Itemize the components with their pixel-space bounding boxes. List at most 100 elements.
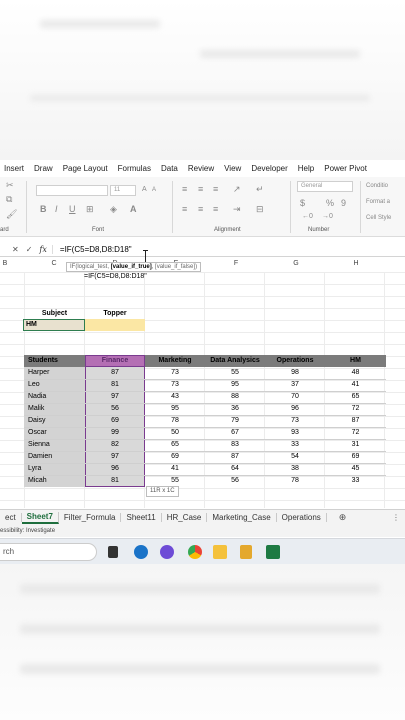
score-cell[interactable]: 65 — [145, 439, 205, 450]
student-name-cell[interactable]: Daisy — [24, 415, 85, 426]
teams-chat-icon[interactable] — [160, 545, 174, 559]
score-cell[interactable]: 73 — [265, 415, 325, 426]
align-right-icon[interactable]: ≡ — [213, 205, 218, 214]
score-cell[interactable]: 72 — [325, 427, 386, 438]
sheet-tab-marketing-case[interactable]: Marketing_Case — [207, 513, 277, 522]
score-cell[interactable]: 72 — [325, 403, 386, 414]
score-cell[interactable]: 64 — [205, 463, 265, 474]
score-cell[interactable]: 78 — [145, 415, 205, 426]
format-as-table-button[interactable]: Format a — [366, 199, 390, 205]
widgets-icon[interactable] — [134, 545, 148, 559]
header-hm[interactable]: HM — [325, 355, 386, 367]
ribbon-tab-draw[interactable]: Draw — [29, 164, 58, 173]
comma-button[interactable]: 9 — [341, 199, 346, 208]
bold-button[interactable]: B — [40, 205, 47, 214]
currency-button[interactable]: $ — [300, 199, 305, 208]
topper-value-cell[interactable] — [85, 319, 145, 331]
score-cell[interactable]: 36 — [205, 403, 265, 414]
excel-taskbar-icon[interactable] — [266, 545, 280, 559]
indent-icon[interactable]: ⇥ — [233, 205, 241, 214]
subject-label[interactable]: Subject — [24, 308, 85, 319]
add-sheet-icon[interactable]: ⊕ — [327, 512, 352, 523]
score-cell[interactable]: 95 — [205, 379, 265, 390]
score-cell[interactable]: 87 — [85, 367, 145, 378]
score-cell[interactable]: 79 — [205, 415, 265, 426]
score-cell[interactable]: 93 — [265, 427, 325, 438]
student-name-cell[interactable]: Micah — [24, 475, 85, 486]
student-name-cell[interactable]: Nadia — [24, 391, 85, 402]
header-marketing[interactable]: Marketing — [145, 355, 205, 367]
fill-color-icon[interactable]: ◈ — [110, 205, 117, 214]
bottom-align-icon[interactable]: ≡ — [213, 185, 218, 194]
score-cell[interactable]: 99 — [85, 427, 145, 438]
score-cell[interactable]: 55 — [205, 367, 265, 378]
column-header-c[interactable]: C — [48, 260, 60, 272]
score-cell[interactable]: 67 — [205, 427, 265, 438]
font-size-box[interactable]: 11 — [110, 185, 136, 196]
sheet-tab-sheet7[interactable]: Sheet7 — [21, 511, 59, 524]
app-icon[interactable] — [240, 545, 252, 559]
ribbon-tab-view[interactable]: View — [219, 164, 246, 173]
file-explorer-icon[interactable] — [213, 545, 227, 559]
student-name-cell[interactable]: Harper — [24, 367, 85, 378]
ribbon-tab-developer[interactable]: Developer — [246, 164, 292, 173]
score-cell[interactable]: 33 — [325, 475, 386, 486]
column-header-b[interactable]: B — [0, 260, 10, 272]
enter-icon[interactable]: ✓ — [26, 245, 33, 254]
student-name-cell[interactable]: Malik — [24, 403, 85, 414]
score-cell[interactable]: 83 — [205, 439, 265, 450]
score-cell[interactable]: 97 — [85, 391, 145, 402]
score-cell[interactable]: 48 — [325, 367, 386, 378]
middle-align-icon[interactable]: ≡ — [198, 185, 203, 194]
score-cell[interactable]: 81 — [85, 475, 145, 486]
score-cell[interactable]: 69 — [85, 415, 145, 426]
score-cell[interactable]: 87 — [205, 451, 265, 462]
increase-font-icon[interactable]: A — [142, 186, 147, 193]
orientation-icon[interactable]: ↗ — [233, 185, 241, 194]
sheet-tab-filter-formula[interactable]: Filter_Formula — [59, 513, 122, 522]
score-cell[interactable]: 88 — [205, 391, 265, 402]
ribbon-tab-power-pivot[interactable]: Power Pivot — [319, 164, 372, 173]
column-header-g[interactable]: G — [290, 260, 302, 272]
column-header-f[interactable]: F — [230, 260, 242, 272]
font-name-box[interactable] — [36, 185, 108, 196]
header-students[interactable]: Students — [24, 355, 64, 367]
ribbon-tab-page-layout[interactable]: Page Layout — [58, 164, 113, 173]
in-cell-formula[interactable]: =IF(C5=D8,D8:D18" — [84, 273, 147, 280]
wrap-text-icon[interactable]: ↵ — [256, 185, 264, 194]
borders-icon[interactable]: ⊞ — [86, 205, 94, 214]
score-cell[interactable]: 38 — [265, 463, 325, 474]
score-cell[interactable]: 95 — [145, 403, 205, 414]
header-operations[interactable]: Operations — [265, 355, 325, 367]
score-cell[interactable]: 98 — [265, 367, 325, 378]
increase-decimal-icon[interactable]: ←0 — [302, 213, 313, 220]
align-left-icon[interactable]: ≡ — [182, 205, 187, 214]
align-center-icon[interactable]: ≡ — [198, 205, 203, 214]
score-cell[interactable]: 50 — [145, 427, 205, 438]
copy-icon[interactable]: ⧉ — [6, 195, 12, 204]
sheet-tab-operations[interactable]: Operations — [277, 513, 327, 522]
student-name-cell[interactable]: Leo — [24, 379, 85, 390]
sheet-tab-sheet11[interactable]: Sheet11 — [121, 513, 162, 522]
italic-button[interactable]: I — [55, 205, 58, 214]
number-format-box[interactable]: General — [297, 181, 353, 192]
cut-icon[interactable]: ✂ — [6, 181, 14, 190]
subject-value-cell[interactable]: HM — [23, 319, 85, 331]
score-cell[interactable]: 82 — [85, 439, 145, 450]
score-cell[interactable]: 69 — [325, 451, 386, 462]
score-cell[interactable]: 69 — [145, 451, 205, 462]
score-cell[interactable]: 31 — [325, 439, 386, 450]
score-cell[interactable]: 43 — [145, 391, 205, 402]
more-sheets-icon[interactable]: ⋮ — [387, 513, 405, 522]
score-cell[interactable]: 73 — [145, 379, 205, 390]
underline-button[interactable]: U — [69, 205, 76, 214]
cancel-icon[interactable]: ✕ — [12, 245, 19, 254]
student-name-cell[interactable]: Damien — [24, 451, 85, 462]
ribbon-tab-data[interactable]: Data — [156, 164, 183, 173]
score-cell[interactable]: 37 — [265, 379, 325, 390]
score-cell[interactable]: 56 — [85, 403, 145, 414]
ribbon-tab-formulas[interactable]: Formulas — [113, 164, 156, 173]
column-header-h[interactable]: H — [350, 260, 362, 272]
top-align-icon[interactable]: ≡ — [182, 185, 187, 194]
score-cell[interactable]: 41 — [325, 379, 386, 390]
